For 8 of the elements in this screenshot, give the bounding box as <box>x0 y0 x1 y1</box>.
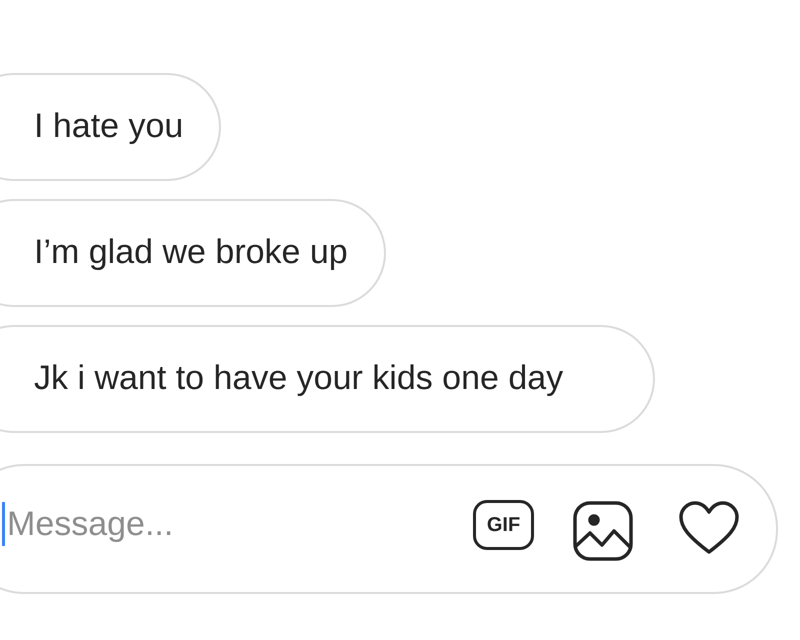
message-bubble: I hate you <box>0 73 222 181</box>
image-icon[interactable] <box>572 500 634 562</box>
gif-button[interactable]: GIF <box>473 500 534 550</box>
message-bubble: I’m glad we broke up <box>0 199 386 307</box>
heart-icon[interactable] <box>678 500 740 556</box>
text-cursor <box>2 502 5 546</box>
message-bubble: Jk i want to have your kids one day <box>0 325 655 433</box>
message-field[interactable]: Message... <box>5 500 445 548</box>
